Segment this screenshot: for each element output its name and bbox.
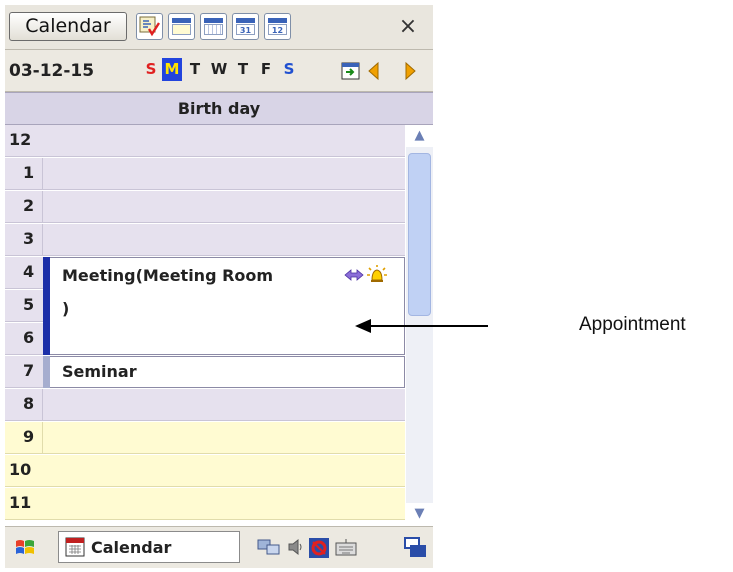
appointment-title: Seminar	[62, 362, 137, 381]
day-schedule-grid: 12 1 2 3 4 5 6 7 8 9 10 11 Meeting(Meeti…	[5, 125, 405, 525]
hour-label: 9	[23, 427, 35, 446]
previous-arrow-icon[interactable]	[366, 60, 382, 82]
calendar-app-icon	[65, 537, 85, 557]
day-wednesday[interactable]: W	[209, 58, 229, 81]
hour-row-9[interactable]: 9	[5, 422, 405, 454]
appointment-title-line1: Meeting(Meeting Room	[62, 266, 274, 285]
year-view-icon[interactable]: 12	[264, 13, 291, 40]
network-icon[interactable]	[256, 536, 282, 558]
current-date[interactable]: 03-12-15	[9, 61, 94, 81]
recurrence-icon	[344, 269, 364, 281]
keyboard-icon[interactable]	[334, 536, 358, 558]
reminder-bell-icon	[367, 265, 387, 282]
scroll-down-icon[interactable]: ▼	[406, 503, 433, 525]
date-bar: 03-12-15 S M T W T F S	[5, 50, 433, 92]
scrollbar-thumb[interactable]	[408, 153, 431, 316]
hour-label: 8	[23, 394, 35, 413]
day-thursday[interactable]: T	[233, 58, 253, 81]
hour-label: 2	[23, 196, 35, 215]
hour-label: 12	[9, 130, 32, 149]
hour-label: 3	[23, 229, 35, 248]
day-sunday[interactable]: S	[141, 58, 161, 81]
day-view-icon[interactable]	[168, 13, 195, 40]
hour-label: 7	[23, 361, 35, 380]
all-day-event[interactable]: Birth day	[5, 92, 433, 125]
hour-row-8[interactable]: 8	[5, 389, 405, 421]
hour-row-11[interactable]: 11	[5, 488, 405, 520]
task-label: Calendar	[91, 538, 172, 557]
agenda-view-icon[interactable]	[136, 13, 163, 40]
callout-arrow	[370, 325, 488, 327]
taskbar: Calendar	[5, 526, 433, 568]
appointment-status-bar	[43, 356, 50, 388]
calendar-menu-button[interactable]: Calendar	[9, 12, 127, 41]
hour-row-3[interactable]: 3	[5, 224, 405, 256]
appointment-seminar[interactable]: Seminar	[43, 356, 405, 388]
hour-row-2[interactable]: 2	[5, 191, 405, 223]
hour-label: 6	[23, 328, 35, 347]
hour-row-10[interactable]: 10	[5, 455, 405, 487]
callout-label: Appointment	[579, 314, 686, 335]
task-calendar-button[interactable]: Calendar	[58, 531, 240, 563]
day-friday[interactable]: F	[256, 58, 276, 81]
appointment-status-bar	[43, 257, 50, 355]
sync-icon[interactable]	[307, 536, 331, 560]
callout-arrowhead	[355, 319, 371, 333]
close-icon[interactable]: ×	[393, 13, 423, 41]
hour-label: 1	[23, 163, 35, 182]
hour-label: 4	[23, 262, 35, 281]
volume-icon[interactable]	[287, 536, 305, 558]
scroll-up-icon[interactable]: ▲	[406, 125, 433, 147]
week-view-icon[interactable]	[200, 13, 227, 40]
hour-label: 5	[23, 295, 35, 314]
goto-today-icon[interactable]	[340, 60, 362, 82]
day-tuesday[interactable]: T	[185, 58, 205, 81]
appointment-meeting[interactable]: Meeting(Meeting Room )	[43, 257, 405, 355]
hour-label: 11	[9, 493, 32, 512]
next-arrow-icon[interactable]	[402, 60, 418, 82]
month-view-icon[interactable]: 31	[232, 13, 259, 40]
hour-label: 10	[9, 460, 32, 479]
pocket-pc-screen: Calendar 31 12 × 03-12-15 S M T W T F S …	[5, 5, 433, 568]
hour-row-12[interactable]: 12	[5, 125, 405, 157]
title-bar: Calendar 31 12 ×	[5, 5, 433, 50]
switch-window-icon[interactable]	[403, 536, 427, 560]
appointment-title-line2: )	[62, 299, 70, 318]
hour-row-1[interactable]: 1	[5, 158, 405, 190]
day-saturday[interactable]: S	[279, 58, 299, 81]
start-flag-icon[interactable]	[13, 536, 37, 560]
day-monday-selected[interactable]: M	[162, 58, 182, 81]
